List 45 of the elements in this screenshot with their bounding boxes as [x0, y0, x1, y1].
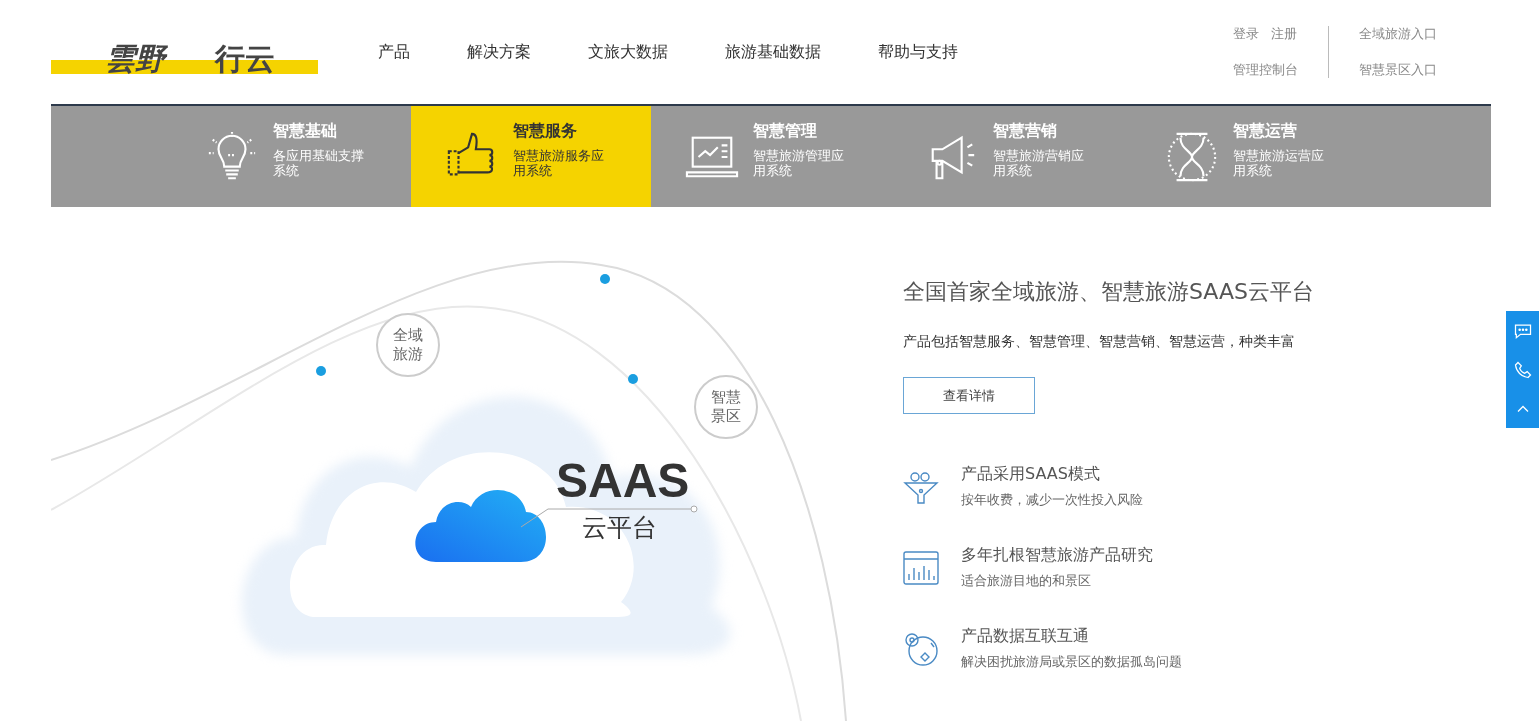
portal-link[interactable]: 智慧景区入口 — [1359, 61, 1437, 79]
category-subtitle: 智慧旅游管理应用系统 — [753, 148, 845, 178]
nav-link[interactable]: 帮助与支持 — [878, 41, 958, 63]
category-title: 智慧管理 — [753, 121, 818, 142]
dot — [316, 366, 326, 376]
login-link[interactable]: 登录 — [1233, 25, 1259, 43]
category-tab[interactable]: 智慧基础 各应用基础支撑系统 — [171, 106, 411, 207]
category-subtitle: 智慧旅游运营应用系统 — [1233, 148, 1325, 178]
feature-title: 产品采用SAAS模式 — [961, 464, 1101, 485]
nav-link[interactable]: 产品 — [378, 41, 410, 63]
category-tab[interactable]: 智慧服务 智慧旅游服务应用系统 — [411, 106, 651, 207]
description: 产品包括智慧服务、智慧管理、智慧营销、智慧运营，种类丰富 — [903, 333, 1296, 351]
nav-link[interactable]: 文旅大数据 — [588, 41, 668, 63]
category-subtitle: 智慧旅游营销应用系统 — [993, 148, 1085, 178]
register-link[interactable]: 注册 — [1271, 25, 1297, 43]
category-title: 智慧营销 — [993, 121, 1058, 142]
bar-chart-icon — [903, 549, 939, 586]
category-title: 智慧运营 — [1233, 121, 1298, 142]
dot — [628, 374, 638, 384]
globe-icon — [903, 630, 939, 667]
portal-link[interactable]: 全域旅游入口 — [1359, 25, 1437, 43]
feature-text: 解决困扰旅游局或景区的数据孤岛问题 — [961, 653, 1182, 671]
bubble-label: 全域旅游 — [376, 313, 440, 377]
console-link[interactable]: 管理控制台 — [1233, 61, 1298, 79]
feature-title: 多年扎根智慧旅游产品研究 — [961, 545, 1153, 566]
category-subtitle: 智慧旅游服务应用系统 — [513, 148, 605, 178]
feature-title: 产品数据互联互通 — [961, 626, 1090, 647]
category-tab[interactable]: 智慧营销 智慧旅游营销应用系统 — [891, 106, 1131, 207]
feature-text: 按年收费，减少一次性投入风险 — [961, 491, 1143, 509]
phone-icon[interactable] — [1512, 359, 1533, 380]
saas-title: SAAS — [556, 457, 690, 505]
category-tab[interactable]: 智慧管理 智慧旅游管理应用系统 — [651, 106, 891, 207]
category-title: 智慧服务 — [513, 121, 578, 142]
nav-link[interactable]: 解决方案 — [467, 41, 531, 63]
category-tab[interactable]: 智慧运营 智慧旅游运营应用系统 — [1131, 106, 1371, 207]
details-button[interactable]: 查看详情 — [903, 377, 1035, 414]
category-title: 智慧基础 — [273, 121, 338, 142]
headline: 全国首家全域旅游、智慧旅游SAAS云平台 — [903, 278, 1315, 306]
saas-subtitle: 云平台 — [582, 515, 657, 540]
feature-text: 适合旅游目地的和景区 — [961, 572, 1092, 590]
dot — [600, 274, 610, 284]
cloud-icon — [415, 490, 546, 562]
nav-link[interactable]: 旅游基础数据 — [725, 41, 821, 63]
bubble-label: 智慧景区 — [694, 375, 758, 439]
category-subtitle: 各应用基础支撑系统 — [273, 148, 365, 178]
